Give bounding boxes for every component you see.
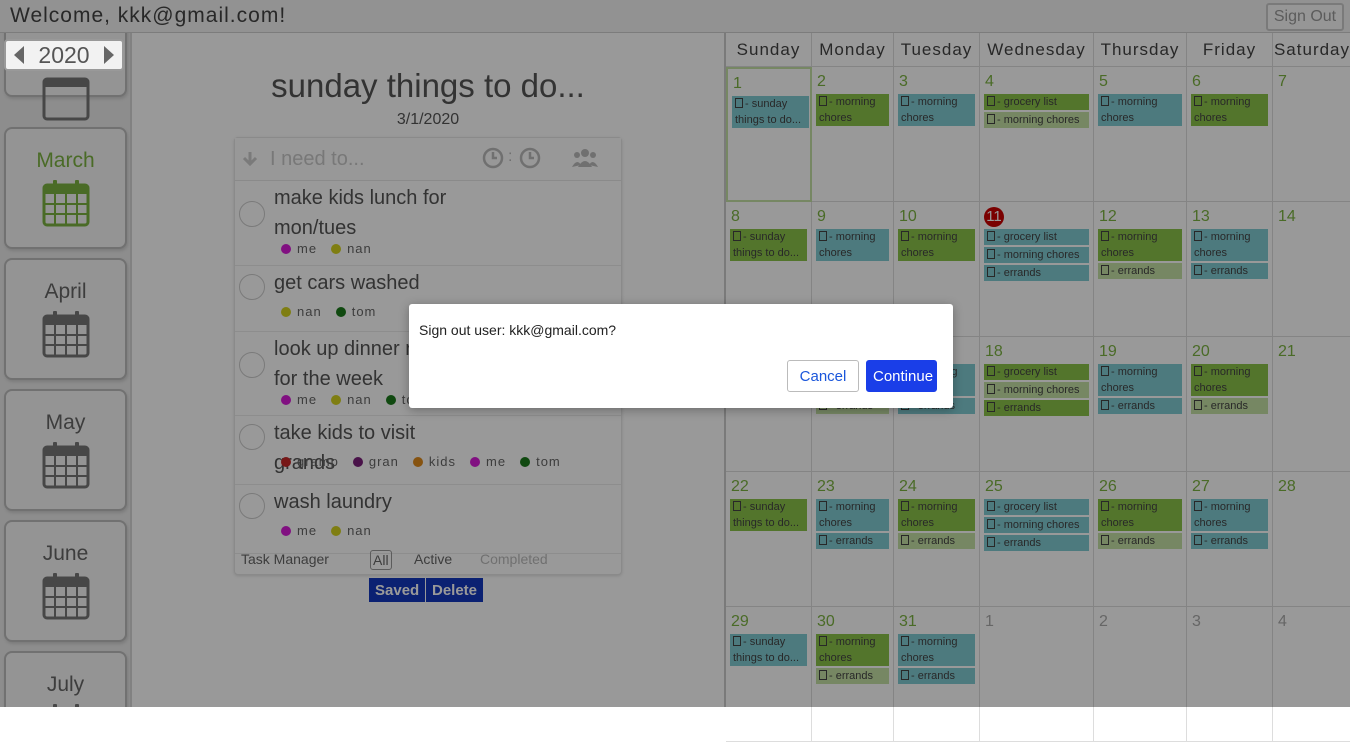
sign-out-dialog: Sign out user: kkk@gmail.com? Cancel Con… <box>409 304 953 408</box>
dialog-message: Sign out user: kkk@gmail.com? <box>419 322 617 338</box>
next-year-icon[interactable] <box>103 46 114 64</box>
previous-year-icon[interactable] <box>14 46 24 64</box>
year-selector: 2020 <box>4 39 124 71</box>
year-label: 2020 <box>38 41 90 68</box>
cancel-button[interactable]: Cancel <box>787 360 859 392</box>
continue-button[interactable]: Continue <box>866 360 937 392</box>
